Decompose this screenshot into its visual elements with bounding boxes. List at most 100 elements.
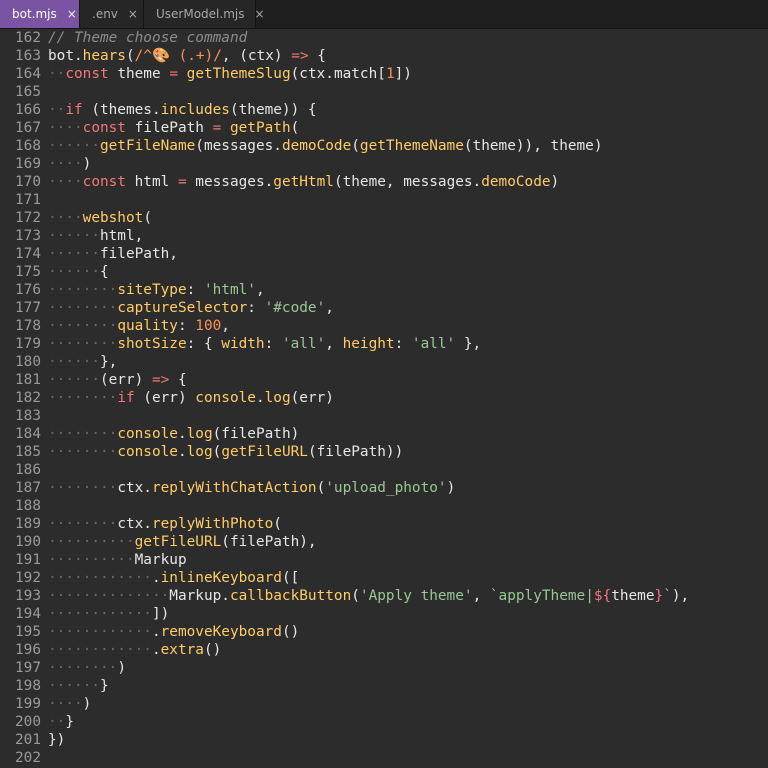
code-token: '#code' <box>264 300 326 316</box>
close-icon[interactable]: × <box>67 7 77 21</box>
code-token: } <box>654 588 664 604</box>
code-line[interactable]: 190 ··········getFileURL(filePath), <box>0 533 768 551</box>
tab-env[interactable]: .env × <box>80 0 144 28</box>
code-line[interactable]: 196 ············.extra() <box>0 641 768 659</box>
code-token: html, <box>99 228 144 244</box>
code-editor[interactable]: 162// Theme choose command 163 bot.hears(/… <box>0 29 768 768</box>
code-token: console <box>117 444 178 460</box>
code-line[interactable]: 193 ··············Markup.callbackButton('… <box>0 587 768 605</box>
code-line[interactable]: 186 <box>0 461 768 479</box>
code-line[interactable]: 172 ····webshot( <box>0 209 768 227</box>
code-line[interactable]: 162 // Theme choose command <box>0 29 768 47</box>
code-line[interactable]: 182 ········if (err) console.log(err) <box>0 389 768 407</box>
code-token: extra <box>160 642 204 658</box>
code-text: ········ctx.replyWithChatAction('upload_… <box>48 479 455 497</box>
code-line[interactable]: 169 ····) <box>0 155 768 173</box>
code-line[interactable]: 176 ········siteType: 'html', <box>0 281 768 299</box>
code-token: ) <box>446 480 456 496</box>
code-line[interactable]: 173 ······html, <box>0 227 768 245</box>
code-token: (filePath), <box>221 534 317 550</box>
code-token: (themes. <box>82 102 161 118</box>
code-token: }, <box>455 336 482 352</box>
code-line[interactable]: 170 ····const html = messages.getHtml(the… <box>0 173 768 191</box>
code-line[interactable]: 197 ········) <box>0 659 768 677</box>
code-line[interactable]: 180 ······}, <box>0 353 768 371</box>
code-line[interactable]: 171 <box>0 191 768 209</box>
whitespace-marker: ·············· <box>48 588 170 604</box>
code-text: ······filePath, <box>48 245 178 263</box>
code-token: theme <box>611 588 655 604</box>
whitespace-marker: ········ <box>48 444 118 460</box>
code-token: replyWithPhoto <box>151 516 274 532</box>
line-number: 162 <box>15 30 41 46</box>
code-line[interactable]: 181 ······(err) => { <box>0 371 768 389</box>
code-line[interactable]: 195 ············.removeKeyboard() <box>0 623 768 641</box>
code-token: ([ <box>281 570 300 586</box>
line-number: 183 <box>15 408 41 424</box>
code-line[interactable]: 192 ············.inlineKeyboard([ <box>0 569 768 587</box>
code-token: ]) <box>394 66 412 82</box>
code-line[interactable]: 189 ········ctx.replyWithPhoto( <box>0 515 768 533</box>
line-number: 188 <box>15 498 41 514</box>
code-token: . <box>151 570 161 586</box>
code-line[interactable]: 198 ······} <box>0 677 768 695</box>
code-line[interactable]: 191 ··········Markup <box>0 551 768 569</box>
code-line[interactable]: 167 ····const filePath = getPath( <box>0 119 768 137</box>
code-text: ··············Markup.callbackButton('App… <box>48 587 689 605</box>
whitespace-marker: ········ <box>48 300 118 316</box>
whitespace-marker: ············ <box>48 570 152 586</box>
code-line[interactable]: 177 ········captureSelector: '#code', <box>0 299 768 317</box>
code-token: (ctx.match[ <box>290 66 386 82</box>
close-icon[interactable]: × <box>128 7 138 21</box>
code-text: ········siteType: 'html', <box>48 281 265 299</box>
code-token: if <box>65 102 83 118</box>
code-line[interactable]: 178 ········quality: 100, <box>0 317 768 335</box>
line-number: 181 <box>15 372 41 388</box>
line-number: 198 <box>15 678 41 694</box>
code-token: ( <box>316 480 326 496</box>
code-token: { <box>99 264 109 280</box>
code-line[interactable]: 201}) <box>0 731 768 749</box>
code-token: const <box>82 120 126 136</box>
code-line[interactable]: 185 ········console.log(getFileURL(filePa… <box>0 443 768 461</box>
code-line[interactable]: 165 <box>0 83 768 101</box>
code-token: , (ctx) <box>221 48 292 64</box>
whitespace-marker: ············ <box>48 606 152 622</box>
code-token: } <box>99 678 109 694</box>
code-text: ······(err) => { <box>48 371 187 389</box>
line-number: 200 <box>15 714 41 730</box>
code-token: { <box>308 48 326 64</box>
line-number: 201 <box>15 732 41 748</box>
code-line[interactable]: 199 ····) <box>0 695 768 713</box>
tab-bot-mjs[interactable]: bot.mjs × <box>0 0 80 28</box>
code-line[interactable]: 164 ··const theme = getThemeSlug(ctx.matc… <box>0 65 768 83</box>
code-text: ············.removeKeyboard() <box>48 623 299 641</box>
code-line[interactable]: 200 ··} <box>0 713 768 731</box>
code-line[interactable]: 183 <box>0 407 768 425</box>
code-line[interactable]: 174 ······filePath, <box>0 245 768 263</box>
code-token: const <box>65 66 109 82</box>
tab-usermodel-mjs[interactable]: UserModel.mjs × <box>144 0 265 28</box>
code-token: ( <box>351 138 360 154</box>
code-line[interactable]: 168 ······getFileName(messages.demoCode(g… <box>0 137 768 155</box>
code-line[interactable]: 163 bot.hears(/^🎨 (.+)/, (ctx) => { <box>0 47 768 65</box>
close-icon[interactable]: × <box>254 7 264 21</box>
code-token: if <box>117 390 135 406</box>
code-line[interactable]: 166 ··if (themes.includes(theme)) { <box>0 101 768 119</box>
code-token: html <box>125 174 178 190</box>
code-token: , <box>472 588 490 604</box>
code-line[interactable]: 175 ······{ <box>0 263 768 281</box>
code-line[interactable]: 179 ········shotSize: { width: 'all', hei… <box>0 335 768 353</box>
code-line[interactable]: 194 ············]) <box>0 605 768 623</box>
code-line[interactable]: 188 <box>0 497 768 515</box>
code-token: } <box>65 714 74 730</box>
code-token: log <box>186 426 213 442</box>
code-token: , <box>221 318 230 334</box>
code-text: ········shotSize: { width: 'all', height… <box>48 335 481 353</box>
code-line[interactable]: 184 ········console.log(filePath) <box>0 425 768 443</box>
line-number: 185 <box>15 444 41 460</box>
code-line[interactable]: 202 <box>0 749 768 767</box>
code-line[interactable]: 187 ········ctx.replyWithChatAction('uplo… <box>0 479 768 497</box>
line-number: 179 <box>15 336 41 352</box>
code-text: ········quality: 100, <box>48 317 230 335</box>
